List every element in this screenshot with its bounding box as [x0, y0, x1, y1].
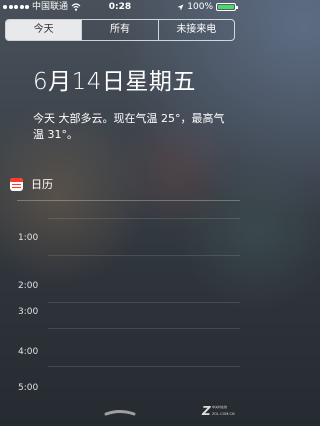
- status-right: 100%: [177, 0, 238, 14]
- watermark-mark: Z: [202, 404, 211, 418]
- hour-label: 4:00: [18, 347, 39, 357]
- hour-label: 2:00: [18, 281, 39, 291]
- tab-missed-calls[interactable]: 未接来电: [157, 20, 234, 40]
- calendar-title: 日历: [31, 178, 53, 191]
- battery-icon: [216, 3, 238, 11]
- status-bar: 中国联通 0:28 100%: [0, 0, 240, 14]
- today-summary: 今天 大部多云。现在气温 25°，最高气温 31°。: [33, 112, 225, 141]
- hour-label: 3:00: [18, 307, 39, 317]
- hour-row: [0, 200, 240, 212]
- calendar-icon: [10, 177, 23, 191]
- today-date: 6月14日星期五: [33, 69, 196, 95]
- tab-today[interactable]: 今天: [6, 20, 82, 40]
- notification-tabs: 今天 所有 未接来电: [5, 19, 235, 41]
- hour-row: 5:00: [0, 382, 240, 394]
- tab-all[interactable]: 所有: [81, 20, 157, 40]
- watermark-logo: Z 中关村在线 ZOL.COM.CN: [202, 404, 236, 422]
- grabber-handle-icon[interactable]: [103, 408, 137, 416]
- watermark-url: ZOL.COM.CN: [212, 412, 235, 416]
- hour-row: 4:00: [0, 346, 240, 358]
- hour-row: 1:00: [0, 232, 240, 244]
- hour-label: 5:00: [18, 383, 39, 393]
- battery-percent: 100%: [187, 2, 213, 12]
- location-arrow-icon: [177, 4, 184, 10]
- hour-row: 3:00: [0, 306, 240, 318]
- calendar-section-header[interactable]: 日历: [10, 176, 53, 192]
- hour-row: 2:00: [0, 280, 240, 292]
- hour-label: 1:00: [18, 233, 39, 243]
- battery-fill: [218, 5, 234, 9]
- watermark-subtitle: 中关村在线: [212, 405, 228, 409]
